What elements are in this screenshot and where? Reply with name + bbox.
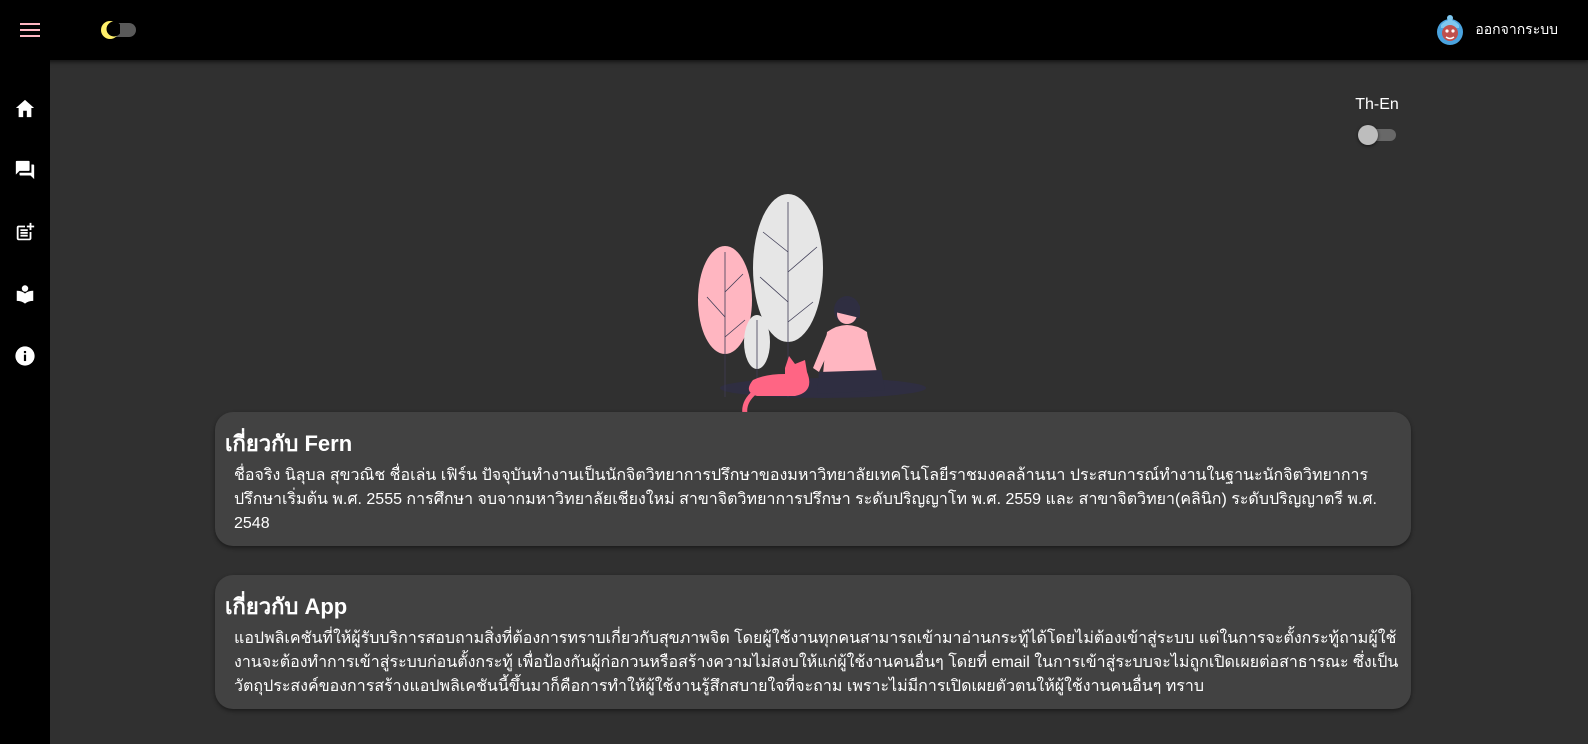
sidebar — [0, 60, 50, 744]
moon-icon — [101, 21, 120, 39]
about-fern-title: เกี่ยวกับ Fern — [225, 431, 353, 456]
sidebar-item-library[interactable] — [0, 274, 50, 314]
home-icon — [15, 99, 35, 118]
language-toggle[interactable] — [1358, 124, 1396, 146]
about-app-title: เกี่ยวกับ App — [225, 594, 348, 619]
sidebar-item-info[interactable] — [0, 336, 50, 376]
menu-button[interactable] — [10, 10, 50, 50]
sidebar-item-new-post[interactable] — [0, 212, 50, 252]
language-label: Th-En — [1355, 96, 1399, 113]
info-icon — [15, 346, 35, 366]
menu-icon — [20, 23, 40, 37]
about-app-card: เกี่ยวกับ App แอปพลิเคชันที่ให้ผู้รับบริ… — [215, 575, 1411, 709]
logout-button[interactable]: ออกจากระบบ — [1435, 8, 1558, 52]
theme-toggle[interactable] — [100, 18, 140, 42]
language-switcher: Th-En — [1355, 96, 1399, 146]
forum-icon — [15, 160, 35, 180]
about-illustration — [698, 194, 926, 414]
logout-label: ออกจากระบบ — [1475, 21, 1558, 37]
language-toggle-thumb — [1358, 125, 1378, 145]
top-app-bar: ออกจากระบบ — [0, 0, 1588, 60]
about-fern-body: ชื่อจริง นิลุบล สุขวณิช ชื่อเล่น เฟิร์น … — [234, 467, 1377, 532]
post-add-icon — [16, 222, 35, 241]
avatar — [1437, 15, 1464, 45]
about-fern-card: เกี่ยวกับ Fern ชื่อจริง นิลุบล สุขวณิช ช… — [215, 412, 1411, 546]
local-library-icon — [16, 285, 34, 304]
about-app-body: แอปพลิเคชันที่ให้ผู้รับบริการสอบถามสิ่งท… — [234, 630, 1399, 695]
sidebar-item-home[interactable] — [0, 88, 50, 128]
sidebar-item-forum[interactable] — [0, 150, 50, 190]
